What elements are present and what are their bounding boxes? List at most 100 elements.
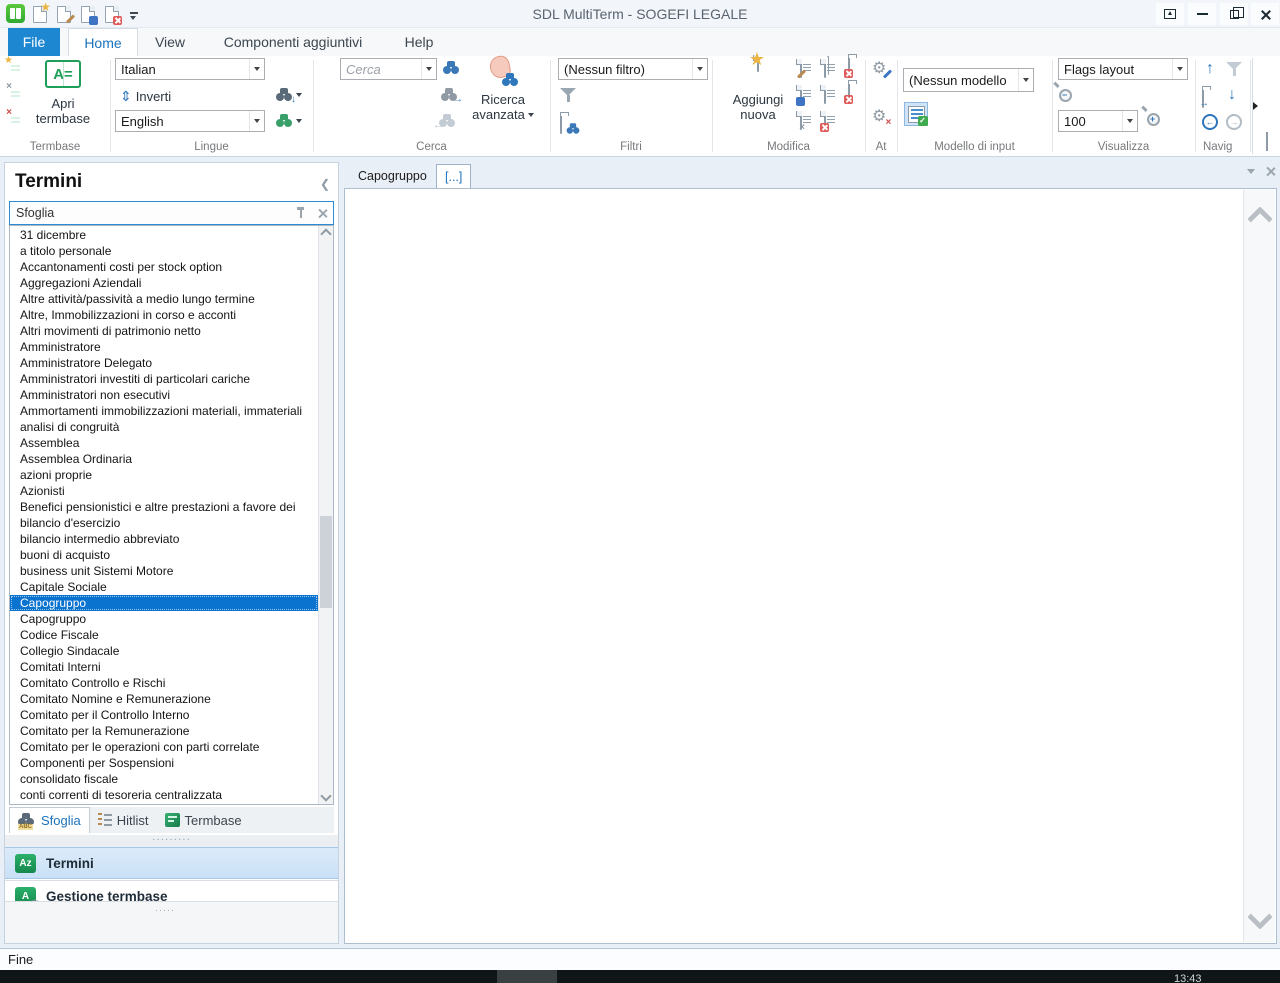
list-item[interactable]: Codice Fiscale xyxy=(10,627,318,643)
list-item[interactable]: Altre attività/passività a medio lungo t… xyxy=(10,291,318,307)
scroll-up-button[interactable] xyxy=(1244,196,1275,228)
sync-entry-button[interactable] xyxy=(824,86,826,104)
target-language-combo[interactable]: English xyxy=(115,110,265,132)
chevron-down-icon[interactable] xyxy=(1172,59,1187,79)
list-item[interactable]: 31 dicembre xyxy=(10,227,318,243)
list-item[interactable]: business unit Sistemi Motore xyxy=(10,563,318,579)
list-item[interactable]: Componenti per Sospensioni xyxy=(10,755,318,771)
list-item[interactable]: Comitato per le operazioni con parti cor… xyxy=(10,739,318,755)
chevron-down-icon[interactable] xyxy=(249,111,264,131)
advanced-search-button[interactable]: Ricerca avanzata xyxy=(468,56,538,122)
tab-file[interactable]: File xyxy=(8,28,60,56)
tab-capogruppo[interactable]: Capogruppo xyxy=(350,164,435,188)
open-termbase-button[interactable]: A= Apri termbase xyxy=(28,60,98,126)
tab-help[interactable]: Help xyxy=(396,28,442,56)
filter-combo[interactable]: (Nessun filtro) xyxy=(558,58,708,80)
chevron-down-icon[interactable] xyxy=(1018,69,1033,91)
zoom-level-combo[interactable]: 100 xyxy=(1058,110,1138,132)
search-back-button[interactable]: ← xyxy=(439,114,455,132)
ribbon-overflow-arrow[interactable] xyxy=(1253,102,1258,110)
chevron-down-icon[interactable] xyxy=(421,59,436,79)
delete-entries-folder-button[interactable] xyxy=(848,58,850,76)
cancel-edit-button[interactable]: × xyxy=(800,112,802,130)
tab-home[interactable]: Home xyxy=(68,28,138,56)
close-tab-icon[interactable] xyxy=(1265,166,1275,176)
collapse-panel-arrow[interactable]: ❮ xyxy=(320,177,330,191)
list-item[interactable]: bilancio d'esercizio xyxy=(10,515,318,531)
list-item[interactable]: Amministratori investiti di particolari … xyxy=(10,371,318,387)
list-item[interactable]: Amministratori non esecutivi xyxy=(10,387,318,403)
save-entry-button[interactable] xyxy=(800,86,802,104)
delete-task-button[interactable]: ⚙ × xyxy=(872,108,886,126)
list-item[interactable]: analisi di congruità xyxy=(10,419,318,435)
list-item[interactable]: conto economico xyxy=(10,803,318,804)
list-item[interactable]: buoni di acquisto xyxy=(10,547,318,563)
list-item[interactable]: Assemblea Ordinaria xyxy=(10,451,318,467)
delete-entry-button[interactable] xyxy=(824,112,826,130)
list-item[interactable]: Comitato Nomine e Remunerazione xyxy=(10,691,318,707)
collapse-ribbon-button[interactable] xyxy=(1266,134,1268,152)
tab-termbase[interactable]: Termbase xyxy=(157,807,250,833)
scroll-up-button[interactable] xyxy=(319,226,333,242)
tab-componenti-aggiuntivi[interactable]: Componenti aggiuntivi xyxy=(212,28,374,56)
list-item[interactable]: Ammortamenti immobilizzazioni materiali,… xyxy=(10,403,318,419)
navigate-forward-button[interactable]: → xyxy=(1226,114,1242,130)
navigate-back-button[interactable]: ← xyxy=(1202,114,1218,130)
scroll-down-button[interactable] xyxy=(1244,908,1275,932)
list-item[interactable]: Capogruppo xyxy=(10,611,318,627)
search-forward-button[interactable]: → xyxy=(441,88,457,106)
close-icon[interactable] xyxy=(317,208,327,218)
panel-splitter[interactable]: ········· xyxy=(5,835,338,847)
footer-splitter-dots[interactable]: ····· xyxy=(155,905,175,915)
taskbar-button[interactable] xyxy=(497,970,557,983)
list-item[interactable]: a titolo personale xyxy=(10,243,318,259)
edit-entry-button[interactable] xyxy=(800,60,802,78)
list-item[interactable]: Accantonamenti costi per stock option xyxy=(10,259,318,275)
list-item[interactable]: Altre, Immobilizzazioni in corso e accon… xyxy=(10,307,318,323)
chevron-down-icon[interactable] xyxy=(692,59,707,79)
filter-search-button[interactable] xyxy=(560,116,562,134)
entry-content[interactable] xyxy=(344,188,1277,944)
input-model-combo[interactable]: (Nessun modello xyxy=(903,68,1034,92)
pin-icon[interactable] xyxy=(296,207,305,219)
scrollbar-thumb[interactable] xyxy=(320,516,332,608)
edit-task-button[interactable]: ⚙ xyxy=(872,60,886,78)
minimize-button[interactable] xyxy=(1188,3,1216,25)
taskbar[interactable]: 13:43 xyxy=(0,970,1280,983)
last-entry-button[interactable]: ↓ xyxy=(1228,86,1236,104)
nav-item-termini[interactable]: Az Termini xyxy=(5,847,338,879)
first-entry-button[interactable]: ↑ xyxy=(1206,60,1214,78)
list-item[interactable]: Capitale Sociale xyxy=(10,579,318,595)
list-item[interactable]: Collegio Sindacale xyxy=(10,643,318,659)
tab-list-dropdown-icon[interactable] xyxy=(1247,169,1255,174)
terms-scrollbar[interactable] xyxy=(318,226,333,804)
delete-multiple-button[interactable] xyxy=(848,84,850,102)
list-item[interactable]: azioni proprie xyxy=(10,467,318,483)
source-language-combo[interactable]: Italian xyxy=(115,58,265,80)
chevron-down-icon[interactable] xyxy=(1122,111,1137,131)
entry-scrollbar[interactable] xyxy=(1243,190,1275,942)
add-new-entry-button[interactable]: ★ Aggiungi nuova xyxy=(722,56,794,122)
list-item[interactable]: Altri movimenti di patrimonio netto xyxy=(10,323,318,339)
list-item[interactable]: Comitati Interni xyxy=(10,659,318,675)
list-item[interactable]: Comitato Controllo e Rischi xyxy=(10,675,318,691)
list-item[interactable]: Aggregazioni Aziendali xyxy=(10,275,318,291)
search-input[interactable]: Cerca xyxy=(340,58,437,80)
search-button[interactable] xyxy=(443,61,459,79)
list-item[interactable]: consolidato fiscale xyxy=(10,771,318,787)
layout-combo[interactable]: Flags layout xyxy=(1058,58,1188,80)
search-mode-dropdown[interactable]: ↓ xyxy=(276,88,302,101)
tab-sfoglia[interactable]: ABC Sfoglia xyxy=(9,807,90,833)
list-item[interactable]: conti correnti di tesoreria centralizzat… xyxy=(10,787,318,803)
tab-hitlist[interactable]: Hitlist xyxy=(90,807,157,833)
browse-header[interactable]: Sfoglia xyxy=(9,201,334,225)
invert-languages-button[interactable]: ⇕ Inverti xyxy=(120,88,171,105)
open-cross-reference-button[interactable]: → xyxy=(1202,90,1204,108)
chevron-down-icon[interactable] xyxy=(249,59,264,79)
tab-view[interactable]: View xyxy=(146,28,194,56)
fuzzy-search-dropdown[interactable] xyxy=(276,114,302,127)
list-item[interactable]: Assemblea xyxy=(10,435,318,451)
list-item[interactable]: Azionisti xyxy=(10,483,318,499)
list-item[interactable]: Comitato per la Remunerazione xyxy=(10,723,318,739)
copy-entry-button[interactable] xyxy=(824,60,826,78)
